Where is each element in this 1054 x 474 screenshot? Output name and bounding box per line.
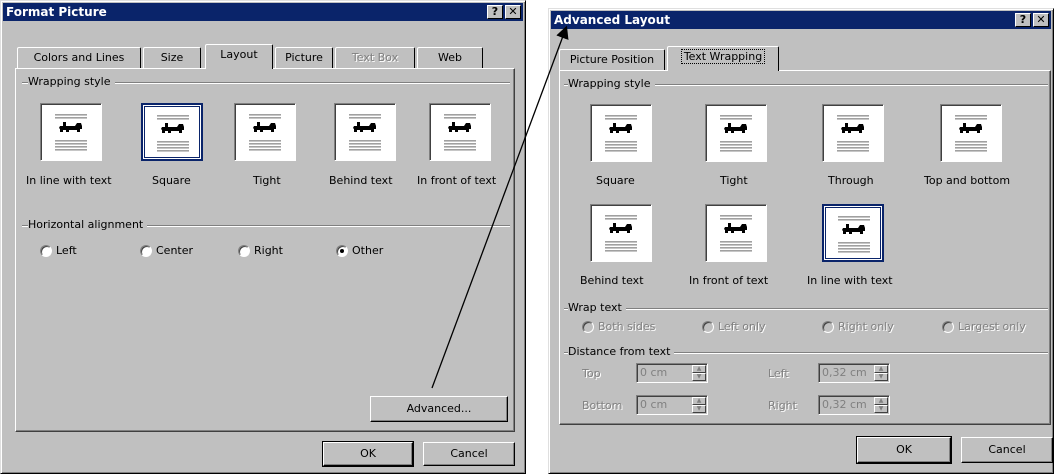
advanced-layout-dialog: Advanced Layout ? ✕ Picture Position Tex… xyxy=(548,8,1054,474)
wrap-largest-only-label: Largest only xyxy=(958,320,1026,333)
text-wrapping-panel: Wrapping style Square Tight Through Top … xyxy=(559,70,1051,425)
wrap-inline-option[interactable] xyxy=(40,103,102,161)
top-spinner: 0 cm ▲ ▼ xyxy=(636,363,708,383)
align-center-label: Center xyxy=(156,244,194,257)
adv-help-button[interactable]: ? xyxy=(1015,13,1031,27)
adv-wrap-front-label[interactable]: In front of text xyxy=(689,274,768,287)
align-right-label: Right xyxy=(254,244,283,257)
left-value: 0,32 cm xyxy=(822,366,867,379)
align-center-radio[interactable]: Center xyxy=(140,244,193,257)
top-label: Top xyxy=(582,367,601,380)
wrap-right-only-label: Right only xyxy=(838,320,894,333)
wrap-front-label[interactable]: In front of text xyxy=(417,174,496,187)
horizontal-alignment-label: Horizontal alignment xyxy=(28,218,148,231)
dog-square-icon xyxy=(157,115,189,152)
tab-picture[interactable]: Picture xyxy=(275,47,333,69)
wrap-tight-option[interactable] xyxy=(234,103,296,161)
format-picture-cancel-button[interactable]: Cancel xyxy=(423,442,515,466)
adv-wrap-tight-label[interactable]: Tight xyxy=(720,174,748,187)
dog-adv-tight-icon xyxy=(720,115,752,152)
wrap-text-label: Wrap text xyxy=(568,301,626,314)
dog-front-icon xyxy=(444,114,476,151)
tab-picture-position[interactable]: Picture Position xyxy=(559,49,665,71)
adv-wrap-through-option[interactable] xyxy=(822,104,884,162)
advanced-layout-title: Advanced Layout xyxy=(554,13,671,27)
advanced-layout-title-bar[interactable]: Advanced Layout ? ✕ xyxy=(551,11,1051,29)
dog-adv-front-icon xyxy=(720,215,752,252)
advanced-button[interactable]: Advanced... xyxy=(370,396,508,422)
adv-close-button[interactable]: ✕ xyxy=(1033,13,1049,27)
wrap-both-sides-radio: Both sides xyxy=(582,320,655,333)
layout-panel: Wrapping style In line with text Square … xyxy=(15,68,515,432)
adv-wrap-tight-option[interactable] xyxy=(705,104,767,162)
wrap-left-only-label: Left only xyxy=(718,320,766,333)
adv-wrap-inline-option[interactable] xyxy=(822,204,884,262)
wrap-behind-label[interactable]: Behind text xyxy=(329,174,393,187)
wrap-square-label[interactable]: Square xyxy=(152,174,191,187)
right-value: 0,32 cm xyxy=(822,398,867,411)
format-picture-title-bar[interactable]: Format Picture ? ✕ xyxy=(3,3,523,21)
format-picture-dialog: Format Picture ? ✕ Colors and Lines Size… xyxy=(0,0,526,474)
adv-wrap-through-label[interactable]: Through xyxy=(828,174,874,187)
wrap-right-only-radio: Right only xyxy=(822,320,894,333)
tab-web[interactable]: Web xyxy=(417,47,483,69)
dog-inline-icon xyxy=(55,114,87,151)
align-left-label: Left xyxy=(56,244,77,257)
tab-text-wrapping[interactable]: Text Wrapping xyxy=(667,46,779,71)
adv-wrap-front-option[interactable] xyxy=(705,204,767,262)
format-picture-ok-button[interactable]: OK xyxy=(322,441,414,467)
right-spinner: 0,32 cm ▲ ▼ xyxy=(818,395,890,415)
align-other-radio[interactable]: Other xyxy=(336,244,383,257)
dog-behind-icon xyxy=(349,114,381,151)
help-button[interactable]: ? xyxy=(487,5,503,19)
wrap-largest-only-radio: Largest only xyxy=(942,320,1026,333)
wrap-square-option[interactable] xyxy=(141,103,203,161)
adv-wrap-behind-label[interactable]: Behind text xyxy=(580,274,644,287)
bottom-label: Bottom xyxy=(582,399,623,412)
wrap-behind-option[interactable] xyxy=(334,103,396,161)
format-picture-title: Format Picture xyxy=(6,5,107,19)
adv-wrap-topbottom-option[interactable] xyxy=(940,104,1002,162)
dog-adv-behind-icon xyxy=(605,215,637,252)
adv-wrap-square-label[interactable]: Square xyxy=(596,174,635,187)
wrap-both-sides-label: Both sides xyxy=(598,320,656,333)
right-label: Right xyxy=(768,399,797,412)
bottom-value: 0 cm xyxy=(640,398,668,411)
wrap-front-option[interactable] xyxy=(429,103,491,161)
align-right-radio[interactable]: Right xyxy=(238,244,283,257)
wrapping-style-label: Wrapping style xyxy=(28,75,115,88)
advanced-layout-ok-button[interactable]: OK xyxy=(856,436,952,464)
adv-wrapping-style-label: Wrapping style xyxy=(568,77,655,90)
dog-tight-icon xyxy=(249,114,281,151)
dog-adv-through-icon xyxy=(837,115,869,152)
wrap-inline-label[interactable]: In line with text xyxy=(26,174,112,187)
align-left-radio[interactable]: Left xyxy=(40,244,77,257)
left-spinner: 0,32 cm ▲ ▼ xyxy=(818,363,890,383)
bottom-spinner: 0 cm ▲ ▼ xyxy=(636,395,708,415)
dog-adv-square-icon xyxy=(605,115,637,152)
tab-size[interactable]: Size xyxy=(143,47,201,69)
distance-from-text-label: Distance from text xyxy=(568,345,675,358)
dog-adv-topbottom-icon xyxy=(955,115,987,152)
advanced-layout-cancel-button[interactable]: Cancel xyxy=(961,437,1053,463)
dog-adv-inline-icon xyxy=(838,216,870,253)
adv-wrap-behind-option[interactable] xyxy=(590,204,652,262)
adv-wrap-square-option[interactable] xyxy=(590,104,652,162)
tab-colors-and-lines[interactable]: Colors and Lines xyxy=(17,47,141,69)
close-button[interactable]: ✕ xyxy=(505,5,521,19)
wrap-tight-label[interactable]: Tight xyxy=(253,174,281,187)
left-label: Left xyxy=(768,367,789,380)
wrap-left-only-radio: Left only xyxy=(702,320,765,333)
top-value: 0 cm xyxy=(640,366,668,379)
align-other-label: Other xyxy=(352,244,384,257)
adv-wrap-inline-label[interactable]: In line with text xyxy=(807,274,893,287)
tab-layout[interactable]: Layout xyxy=(205,44,273,69)
adv-wrap-topbottom-label[interactable]: Top and bottom xyxy=(924,174,1010,187)
tab-text-box: Text Box xyxy=(335,47,415,69)
